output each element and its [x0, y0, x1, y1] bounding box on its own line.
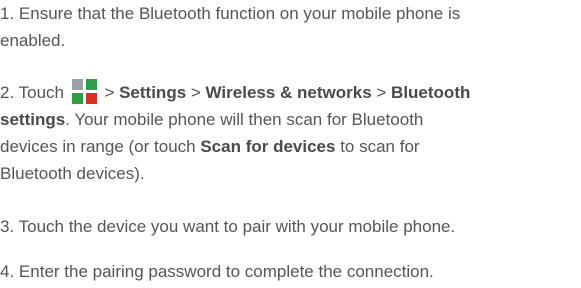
- scan-for-devices-label: Scan for devices: [200, 137, 336, 156]
- step-4-number: 4.: [0, 262, 15, 281]
- step-2-line-3-tail: to scan for: [335, 137, 420, 156]
- bluetooth-settings-tail: settings: [0, 110, 66, 129]
- application-grid-icon: [70, 78, 98, 105]
- step-2-sep-2: >: [186, 83, 206, 102]
- settings-label: Settings: [119, 83, 187, 102]
- step-2-touch-text: Touch: [18, 83, 64, 102]
- step-4: 4. Enter the pairing password to complet…: [0, 258, 581, 285]
- wireless-networks-label: Wireless & networks: [205, 83, 372, 102]
- step-1: 1. Ensure that the Bluetooth function on…: [0, 0, 581, 54]
- step-1-number: 1.: [0, 4, 15, 23]
- step-2-line-4: Bluetooth devices).: [0, 164, 145, 183]
- step-2-sep-3: >: [371, 83, 392, 102]
- step-3: 3. Touch the device you want to pair wit…: [0, 213, 581, 240]
- step-2: 2. Touch > Settings > Wireless & network…: [0, 78, 581, 187]
- step-4-text: Enter the pairing password to complete t…: [18, 262, 434, 281]
- step-2-line-2: settings. Your mobile phone will then sc…: [0, 106, 581, 133]
- step-1-text-line-2: enabled.: [0, 31, 66, 50]
- step-2-number: 2.: [0, 83, 15, 102]
- step-1-text-line-1: Ensure that the Bluetooth function on yo…: [18, 4, 461, 23]
- step-3-number: 3.: [0, 217, 15, 236]
- step-2-line-3-text: devices in range (or touch: [0, 137, 201, 156]
- bluetooth-label: Bluetooth: [391, 83, 471, 102]
- step-2-line-3: devices in range (or touch Scan for devi…: [0, 133, 581, 160]
- step-2-after-settings: . Your mobile phone will then scan for B…: [65, 110, 424, 129]
- step-3-text: Touch the device you want to pair with y…: [18, 217, 456, 236]
- step-2-sep-1: >: [99, 83, 120, 102]
